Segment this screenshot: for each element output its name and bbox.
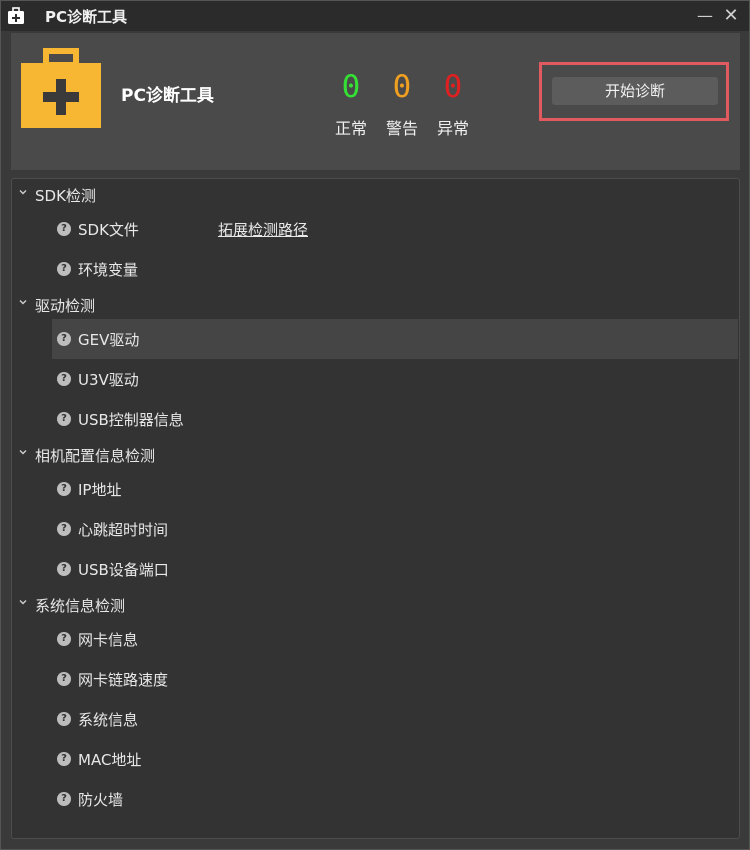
question-icon: ? [57, 522, 71, 536]
item-heartbeat-timeout[interactable]: ? 心跳超时时间 [52, 509, 738, 549]
question-icon: ? [57, 372, 71, 386]
item-label: USB设备端口 [78, 561, 169, 579]
group-label: SDK检测 [35, 187, 96, 205]
item-label: 系统信息 [78, 711, 139, 729]
item-label: U3V驱动 [78, 371, 139, 389]
chevron-down-icon[interactable] [18, 597, 28, 607]
window-title: PC诊断工具 [45, 8, 128, 26]
normal-count: 0 [341, 69, 361, 105]
item-label: 环境变量 [78, 261, 139, 279]
item-label: 防火墙 [78, 791, 124, 809]
error-label: 异常 [436, 119, 469, 138]
app-window: PC诊断工具 — ✕ PC诊断工具 0 正常 0 警告 0 异常 开始诊断 SD… [0, 0, 750, 850]
question-icon: ? [57, 412, 71, 426]
item-label: 心跳超时时间 [78, 521, 169, 539]
question-icon: ? [57, 792, 71, 806]
group-label: 驱动检测 [35, 297, 96, 315]
item-label: USB控制器信息 [78, 411, 184, 429]
extend-path-link[interactable]: 拓展检测路径 [218, 219, 308, 240]
item-system-info[interactable]: ? 系统信息 [52, 699, 738, 739]
question-icon: ? [57, 752, 71, 766]
minimize-button[interactable]: — [694, 5, 716, 27]
item-label: 网卡链路速度 [78, 671, 169, 689]
group-system-info[interactable]: 系统信息检测 [12, 589, 739, 621]
normal-label: 正常 [334, 119, 367, 138]
question-icon: ? [57, 482, 71, 496]
stat-warning: 0 警告 [377, 69, 427, 139]
error-count: 0 [443, 69, 463, 105]
group-driver[interactable]: 驱动检测 [12, 289, 739, 321]
item-u3v-driver[interactable]: ? U3V驱动 [52, 359, 738, 399]
question-icon: ? [57, 672, 71, 686]
group-label: 系统信息检测 [35, 597, 126, 615]
item-env-vars[interactable]: ? 环境变量 [52, 249, 738, 289]
title-bar: PC诊断工具 — ✕ [1, 1, 749, 31]
check-tree: SDK检测 ? SDK文件 拓展检测路径 ? 环境变量 驱动检测 ? GEV驱动… [11, 178, 740, 839]
item-usb-controller[interactable]: ? USB控制器信息 [52, 399, 738, 439]
question-icon: ? [57, 712, 71, 726]
group-sdk[interactable]: SDK检测 [12, 179, 739, 211]
item-label: MAC地址 [78, 751, 142, 769]
item-ip-address[interactable]: ? IP地址 [52, 469, 738, 509]
item-gev-driver[interactable]: ? GEV驱动 [52, 319, 738, 359]
question-icon: ? [57, 562, 71, 576]
app-name: PC诊断工具 [121, 86, 214, 106]
start-button-highlight: 开始诊断 [539, 62, 729, 121]
item-nic-link-speed[interactable]: ? 网卡链路速度 [52, 659, 738, 699]
item-sdk-file[interactable]: ? SDK文件 拓展检测路径 [52, 209, 738, 249]
item-nic-info[interactable]: ? 网卡信息 [52, 619, 738, 659]
start-diagnosis-button[interactable]: 开始诊断 [552, 77, 718, 105]
question-icon: ? [57, 632, 71, 646]
item-label: IP地址 [78, 481, 122, 499]
toolbox-logo-icon [21, 48, 101, 128]
item-label: GEV驱动 [78, 331, 140, 349]
close-button[interactable]: ✕ [720, 5, 742, 27]
group-camera-config[interactable]: 相机配置信息检测 [12, 439, 739, 471]
chevron-down-icon[interactable] [18, 297, 28, 307]
item-label: SDK文件 [78, 221, 139, 239]
chevron-down-icon[interactable] [18, 447, 28, 457]
item-firewall[interactable]: ? 防火墙 [52, 779, 738, 819]
chevron-down-icon[interactable] [18, 187, 28, 197]
stat-error: 0 异常 [428, 69, 478, 139]
summary-header: PC诊断工具 0 正常 0 警告 0 异常 开始诊断 [11, 33, 740, 170]
group-label: 相机配置信息检测 [35, 447, 156, 465]
question-icon: ? [57, 222, 71, 236]
warning-count: 0 [392, 69, 412, 105]
question-icon: ? [57, 262, 71, 276]
toolbox-icon [8, 7, 24, 24]
question-icon: ? [57, 332, 71, 346]
item-usb-port[interactable]: ? USB设备端口 [52, 549, 738, 589]
item-mac-address[interactable]: ? MAC地址 [52, 739, 738, 779]
stat-normal: 0 正常 [326, 69, 376, 139]
item-label: 网卡信息 [78, 631, 139, 649]
warning-label: 警告 [385, 119, 418, 138]
